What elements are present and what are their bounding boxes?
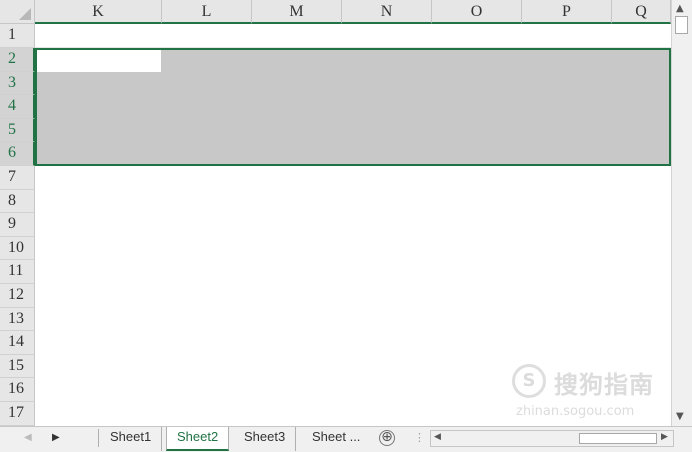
vertical-scroll-thumb[interactable]	[675, 16, 688, 34]
watermark-text: 搜狗指南	[554, 371, 654, 399]
column-header-p[interactable]: P	[522, 0, 612, 24]
row-header-8[interactable]: 8	[0, 190, 35, 213]
column-header-o[interactable]: O	[432, 0, 522, 24]
scroll-up-arrow-icon[interactable]: ▲	[676, 3, 684, 14]
row-header-12[interactable]: 12	[0, 284, 35, 308]
row-header-15[interactable]: 15	[0, 355, 35, 378]
horizontal-scrollbar[interactable]: ◀ ▶	[430, 430, 674, 447]
tab-sheet2[interactable]: Sheet2	[166, 427, 230, 451]
horizontal-scroll-thumb[interactable]	[579, 433, 657, 444]
active-cell-k2[interactable]	[35, 48, 161, 72]
watermark-url: zhinan.sogou.com	[516, 404, 635, 419]
row-header-9[interactable]: 9	[0, 213, 35, 237]
column-header-n[interactable]: N	[342, 0, 432, 24]
row-header-6[interactable]: 6	[0, 142, 35, 166]
select-all-triangle-icon	[19, 8, 31, 20]
row-header-1[interactable]: 1	[0, 24, 35, 48]
sheet-tab-bar: ◀ ▶ Sheet1 Sheet2 Sheet3 Sheet ... ⊕ ⋮ ◀…	[0, 426, 692, 452]
column-header-m[interactable]: M	[252, 0, 342, 24]
row-header-17[interactable]: 17	[0, 402, 35, 426]
scroll-left-arrow-icon[interactable]: ◀	[434, 432, 441, 442]
vertical-scrollbar[interactable]: ▲ ▼	[671, 0, 692, 426]
row-header-7[interactable]: 7	[0, 166, 35, 190]
column-header-l[interactable]: L	[162, 0, 252, 24]
column-header-k[interactable]: K	[35, 0, 162, 24]
add-sheet-icon[interactable]: ⊕	[379, 430, 395, 446]
row-header-10[interactable]: 10	[0, 237, 35, 260]
select-all-corner[interactable]	[0, 0, 35, 24]
column-header-q[interactable]: Q	[612, 0, 671, 24]
tab-sheet1[interactable]: Sheet1	[100, 427, 163, 451]
row-header-5[interactable]: 5	[0, 119, 35, 142]
scroll-down-arrow-icon[interactable]: ▼	[676, 411, 684, 422]
row-header-11[interactable]: 11	[0, 260, 35, 284]
row-header-4[interactable]: 4	[0, 95, 35, 119]
row-header-3[interactable]: 3	[0, 72, 35, 95]
row-header-13[interactable]: 13	[0, 308, 35, 331]
tab-divider	[98, 429, 99, 447]
tab-split-handle-icon[interactable]: ⋮	[414, 431, 425, 444]
watermark-logo: S	[512, 364, 546, 398]
next-sheet-arrow-icon[interactable]: ▶	[52, 432, 60, 443]
scroll-right-arrow-icon[interactable]: ▶	[661, 432, 668, 442]
row-header-14[interactable]: 14	[0, 331, 35, 355]
tab-sheet-more[interactable]: Sheet ...	[302, 427, 370, 451]
tab-sheet3[interactable]: Sheet3	[234, 427, 297, 451]
watermark: S 搜狗指南 zhinan.sogou.com	[512, 360, 672, 420]
row-header-16[interactable]: 16	[0, 378, 35, 402]
prev-sheet-arrow-icon[interactable]: ◀	[24, 432, 32, 443]
row-header-2[interactable]: 2	[0, 48, 35, 72]
